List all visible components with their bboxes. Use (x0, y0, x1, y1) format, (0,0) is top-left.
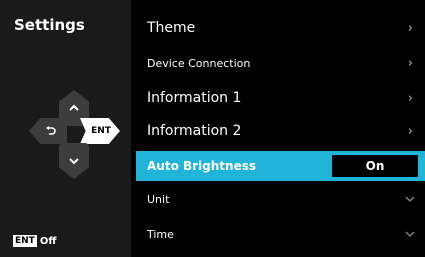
chevron-right-icon: › (407, 55, 413, 71)
down-button[interactable] (59, 143, 89, 179)
menu-item-device-connection[interactable]: Device Connection › (136, 52, 425, 74)
menu-item-label: Information 2 (147, 123, 242, 139)
chevron-down-icon (69, 158, 79, 165)
chevron-right-icon: › (407, 20, 413, 36)
back-arrow-icon (46, 126, 56, 135)
menu-item-auto-brightness[interactable]: Auto Brightness On (136, 151, 425, 181)
menu-item-theme[interactable]: Theme › (136, 16, 425, 40)
back-button[interactable] (29, 118, 67, 144)
menu-item-label: Theme (147, 20, 196, 36)
menu-item-label: Device Connection (147, 56, 251, 70)
menu-item-time[interactable]: Time (136, 223, 425, 245)
menu-item-label: Auto Brightness (147, 159, 257, 173)
menu-item-unit[interactable]: Unit (136, 188, 425, 210)
ent-button-label: ENT (91, 126, 111, 136)
settings-menu: Theme › Device Connection › Information … (136, 0, 425, 257)
auto-brightness-value[interactable]: On (332, 155, 418, 177)
ent-status: ENT Off (13, 235, 56, 247)
menu-item-label: Time (147, 227, 174, 241)
ent-badge: ENT (13, 235, 37, 247)
ent-status-label: Off (39, 235, 57, 247)
chevron-up-icon (69, 104, 79, 111)
page-title: Settings (14, 16, 85, 34)
ent-button[interactable]: ENT (80, 118, 120, 144)
chevron-right-icon: › (407, 90, 413, 106)
menu-item-information-1[interactable]: Information 1 › (136, 86, 425, 110)
settings-screen: Settings ENT ENT Off Theme › Device Conn… (0, 0, 425, 257)
chevron-down-icon (405, 231, 415, 237)
menu-item-label: Unit (147, 192, 170, 206)
chevron-right-icon: › (407, 123, 413, 139)
chevron-down-icon (405, 196, 415, 202)
menu-item-label: Information 1 (147, 90, 242, 106)
menu-item-information-2[interactable]: Information 2 › (136, 119, 425, 143)
left-panel: Settings ENT ENT Off (0, 0, 131, 257)
